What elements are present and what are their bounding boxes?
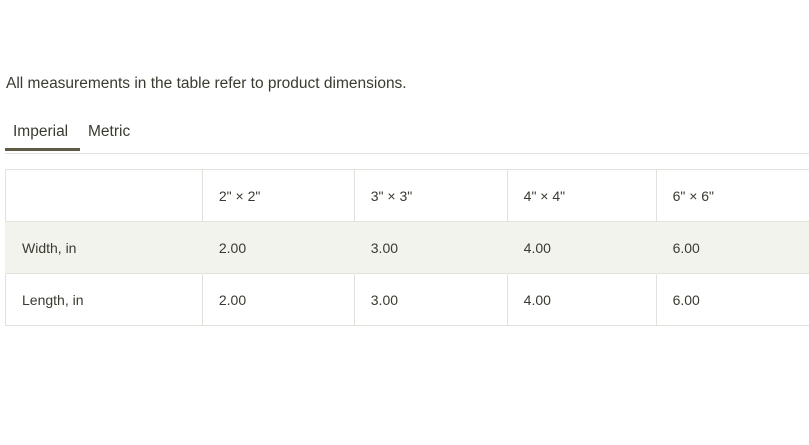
- row-label-width: Width, in: [5, 221, 203, 274]
- table-cell: 2.00: [201, 273, 355, 326]
- table-cell: 4.00: [506, 221, 657, 274]
- header-cell-2x2: 2" × 2": [201, 169, 355, 222]
- table-cell: 6.00: [655, 221, 809, 274]
- header-cell-empty: [5, 169, 203, 222]
- table-cell: 4.00: [506, 273, 657, 326]
- header-cell-6x6: 6" × 6": [655, 169, 809, 222]
- dimensions-table: 2" × 2" 3" × 3" 4" × 4" 6" × 6" Width, i…: [5, 169, 809, 326]
- row-label-length: Length, in: [5, 273, 203, 326]
- header-cell-4x4: 4" × 4": [506, 169, 657, 222]
- unit-tabs: Imperial Metric: [5, 121, 809, 154]
- table-cell: 2.00: [201, 221, 355, 274]
- header-cell-3x3: 3" × 3": [353, 169, 508, 222]
- measurements-note: All measurements in the table refer to p…: [6, 75, 407, 92]
- table-row-length: Length, in 2.00 3.00 4.00 6.00: [5, 273, 809, 326]
- table-cell: 3.00: [353, 221, 508, 274]
- tab-imperial[interactable]: Imperial: [5, 121, 80, 151]
- tab-metric[interactable]: Metric: [88, 121, 130, 151]
- table-cell: 3.00: [353, 273, 508, 326]
- table-row-width: Width, in 2.00 3.00 4.00 6.00: [5, 221, 809, 274]
- table-cell: 6.00: [655, 273, 809, 326]
- table-header-row: 2" × 2" 3" × 3" 4" × 4" 6" × 6": [5, 169, 809, 222]
